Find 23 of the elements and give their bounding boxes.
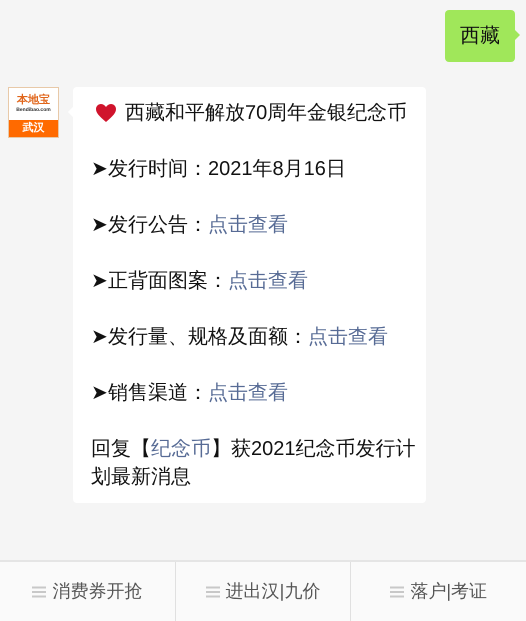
logo-city: 武汉: [22, 123, 44, 134]
link[interactable]: 点击查看: [228, 270, 308, 292]
message-line: ➤正背面图案：点击查看: [91, 269, 309, 294]
menu-icon: [32, 586, 46, 598]
menu-button[interactable]: 落户|考证: [350, 562, 526, 621]
message-line: ➤发行量、规格及面额：点击查看: [91, 325, 389, 350]
menu-icon: [206, 586, 220, 598]
message-line: ➤销售渠道：点击查看: [91, 381, 289, 406]
message-line: ➤发行公告：点击查看: [91, 213, 289, 238]
message-bubble: 西藏: [445, 10, 515, 62]
link[interactable]: 点击查看: [308, 326, 388, 348]
message-line: ➤发行时间：2021年8月16日: [91, 157, 347, 182]
reply-hint: 回复【纪念币】获2021纪念币发行计划最新消息: [91, 437, 416, 490]
bubble-tail-icon: [515, 30, 520, 40]
link[interactable]: 点击查看: [208, 214, 288, 236]
link[interactable]: 点击查看: [208, 382, 288, 404]
menu-button[interactable]: 消费券开抢: [0, 562, 175, 621]
menu-icon: [390, 586, 404, 598]
heart-icon: [95, 103, 117, 123]
menu-button[interactable]: 进出汉|九价: [174, 562, 350, 621]
message-title: 西藏和平解放70周年金银纪念币: [125, 101, 408, 126]
link[interactable]: 纪念币: [151, 438, 211, 460]
logo-title: 本地宝: [17, 95, 50, 106]
